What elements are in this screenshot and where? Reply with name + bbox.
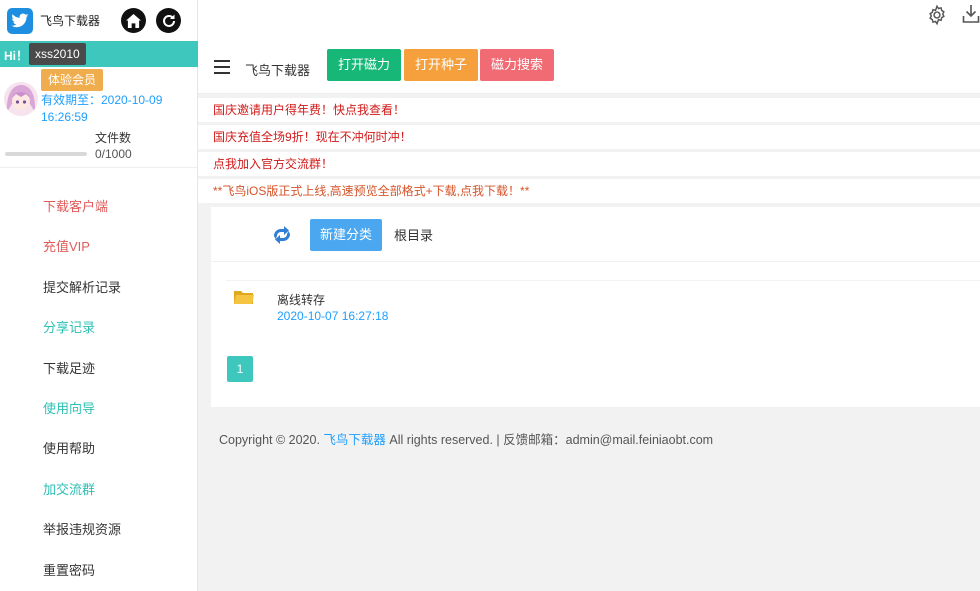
file-name[interactable]: 离线转存 bbox=[277, 291, 325, 308]
refresh-circle-icon bbox=[162, 14, 175, 27]
download-icon[interactable] bbox=[962, 4, 980, 24]
sidebar-item-guide[interactable]: 使用向导 bbox=[0, 389, 198, 429]
footer-rights: All rights reserved. | 反馈邮箱：admin@mail.f… bbox=[389, 433, 714, 447]
menu-toggle-icon[interactable] bbox=[214, 60, 230, 74]
gear-icon[interactable] bbox=[926, 4, 948, 26]
notice-join-group[interactable]: 点我加入官方交流群！ bbox=[198, 152, 980, 176]
sidebar-item-download-client[interactable]: 下载客户端 bbox=[0, 187, 198, 227]
bird-logo-icon bbox=[7, 7, 33, 34]
new-folder-button[interactable]: 新建分类 bbox=[310, 219, 383, 251]
top-nav: 飞鸟下载器 打开磁力 打开种子 磁力搜索 bbox=[198, 41, 980, 94]
sidebar-item-download-history[interactable]: 下载足迹 bbox=[0, 349, 198, 389]
panel-divider bbox=[211, 261, 980, 262]
sidebar-menu: 下载客户端 充值VIP 提交解析记录 分享记录 下载足迹 使用向导 使用帮助 加… bbox=[0, 187, 198, 591]
file-count-value: 0/1000 bbox=[95, 147, 132, 161]
anime-avatar-icon bbox=[4, 82, 38, 116]
open-torrent-button[interactable]: 打开种子 bbox=[404, 49, 479, 81]
breadcrumb-root[interactable]: 根目录 bbox=[394, 225, 433, 244]
magnet-search-button[interactable]: 磁力搜索 bbox=[480, 49, 555, 81]
avatar[interactable] bbox=[4, 82, 38, 116]
brand-name: 飞鸟下载器 bbox=[40, 14, 101, 28]
notice-invite[interactable]: 国庆邀请用户得年费！快点我查看！ bbox=[198, 98, 980, 122]
sidebar-item-join-group[interactable]: 加交流群 bbox=[0, 470, 198, 510]
pagination-page[interactable]: 1 bbox=[227, 356, 253, 382]
footer: Copyright © 2020. 飞鸟下载器 All rights reser… bbox=[219, 429, 713, 448]
membership-expiry: 有效期至：2020-10-09 16:26:59 bbox=[41, 92, 191, 126]
list-divider bbox=[226, 280, 980, 281]
sidebar: 飞鸟下载器 Hi！ xss2010 体验会员 有效期至：2020-10-09 1… bbox=[0, 0, 198, 591]
greeting-text: Hi！ bbox=[4, 49, 29, 63]
home-icon bbox=[126, 13, 141, 28]
vip-badge: 体验会员 bbox=[41, 69, 104, 91]
file-panel: 新建分类 根目录 离线转存 2020-10-07 16:27:18 1 bbox=[211, 207, 980, 407]
sidebar-item-report[interactable]: 举报违规资源 bbox=[0, 510, 198, 550]
notice-discount[interactable]: 国庆充值全场9折！现在不冲何时冲！ bbox=[198, 125, 980, 149]
open-magnet-button[interactable]: 打开磁力 bbox=[327, 49, 402, 81]
sidebar-item-recharge-vip[interactable]: 充值VIP bbox=[0, 227, 198, 267]
sidebar-item-help[interactable]: 使用帮助 bbox=[0, 429, 198, 469]
footer-copyright: Copyright © 2020. bbox=[219, 433, 320, 447]
file-quota-bar bbox=[5, 152, 87, 156]
sidebar-item-reset-password[interactable]: 重置密码 bbox=[0, 551, 198, 591]
sidebar-item-share-records[interactable]: 分享记录 bbox=[0, 308, 198, 348]
top-strip bbox=[198, 0, 980, 41]
file-count-label: 文件数 bbox=[95, 131, 132, 145]
footer-site-link[interactable]: 飞鸟下载器 bbox=[323, 433, 386, 447]
folder-icon[interactable] bbox=[233, 288, 255, 306]
sync-icon[interactable] bbox=[271, 225, 293, 245]
expiry-date: 有效期至：2020-10-09 bbox=[41, 93, 163, 107]
file-date: 2020-10-07 16:27:18 bbox=[277, 309, 389, 323]
username-tag: xss2010 bbox=[29, 43, 86, 65]
expiry-time: 16:26:59 bbox=[41, 110, 88, 124]
nav-title: 飞鸟下载器 bbox=[245, 63, 311, 78]
sidebar-divider bbox=[0, 167, 198, 168]
notice-ios-release[interactable]: **飞鸟iOS版正式上线,高速预览全部格式+下载,点我下载！** bbox=[198, 179, 980, 203]
main-area: 飞鸟下载器 打开磁力 打开种子 磁力搜索 国庆邀请用户得年费！快点我查看！ 国庆… bbox=[198, 0, 980, 591]
refresh-button[interactable] bbox=[156, 8, 181, 33]
home-button[interactable] bbox=[121, 8, 146, 33]
sidebar-item-submit-parse[interactable]: 提交解析记录 bbox=[0, 268, 198, 308]
